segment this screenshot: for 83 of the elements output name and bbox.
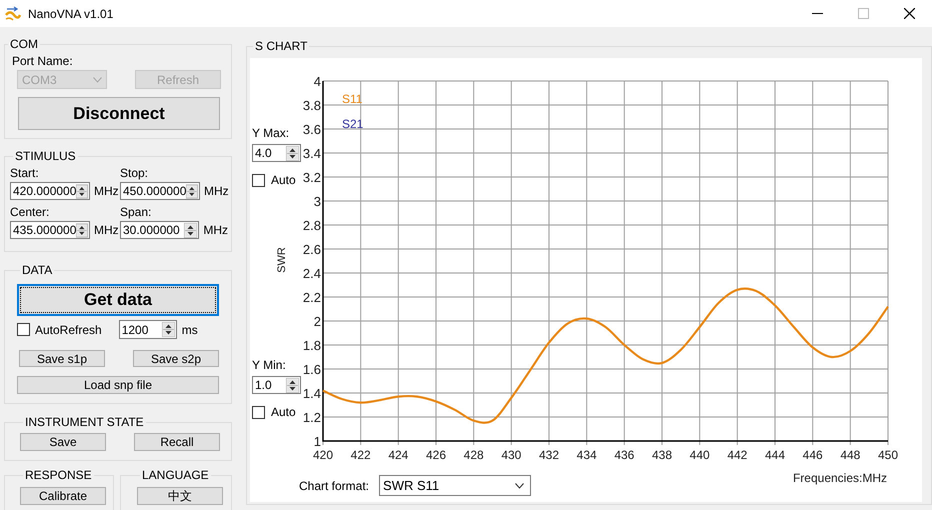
field-label: Stop: — [120, 166, 150, 180]
checkbox[interactable] — [252, 406, 265, 418]
unit-label: MHz — [94, 223, 119, 237]
axis-tick-label: 2.4 — [302, 266, 321, 281]
checkbox-label: Auto — [271, 405, 296, 419]
field-label: Span: — [120, 205, 152, 219]
axis-tick-label: 422 — [350, 448, 371, 462]
axis-tick-label: 3.8 — [302, 98, 321, 113]
unit-label: ms — [182, 322, 198, 336]
state-button[interactable]: Recall — [134, 433, 220, 451]
field-label: Center: — [10, 205, 50, 219]
axis-tick-label: 3.2 — [302, 170, 321, 185]
field-label: Y Max: — [252, 126, 290, 140]
load-file-button[interactable]: Load snp file — [17, 376, 219, 394]
axis-tick-label: 3 — [314, 194, 321, 209]
axis-tick-label: 3.6 — [302, 122, 321, 137]
checkbox-label: AutoRefresh — [35, 322, 102, 336]
spin-arrows-icon[interactable] — [184, 222, 198, 238]
number-field[interactable]: 30.000000 — [120, 221, 200, 239]
axis-tick-label: 420 — [312, 448, 334, 462]
legend-label: S21 — [342, 117, 364, 131]
axis-tick-label: 2.8 — [302, 218, 321, 233]
number-field[interactable]: 4.0 — [252, 144, 301, 162]
save-file-button[interactable]: Save s2p — [133, 350, 219, 367]
axis-title: SWR — [276, 247, 288, 273]
language-button[interactable]: 中文 — [137, 487, 223, 505]
number-field[interactable]: 1.0 — [252, 376, 301, 394]
checkbox[interactable] — [252, 174, 265, 186]
axis-tick-label: 448 — [840, 448, 860, 462]
axis-tick-label: 432 — [538, 448, 560, 462]
number-field[interactable]: 450.000000 — [120, 182, 200, 200]
axis-tick-label: 430 — [501, 448, 522, 462]
axis-tick-label: 424 — [388, 448, 408, 462]
axis-tick-label: 1.4 — [302, 386, 321, 401]
disconnect-button[interactable]: Disconnect — [18, 97, 220, 130]
spin-arrows-icon[interactable] — [76, 222, 88, 238]
axis-title: Frequencies:MHz — [792, 471, 887, 485]
checkbox[interactable] — [17, 323, 30, 336]
spin-arrows-icon[interactable] — [76, 184, 88, 198]
number-field[interactable]: 420.000000 — [10, 182, 90, 200]
field-label: Chart format: — [299, 478, 370, 492]
axis-tick-label: 444 — [764, 448, 786, 462]
axis-tick-label: 2 — [314, 314, 321, 329]
window-title: NanoVNA v1.01 — [28, 6, 114, 20]
axis-tick-label: 438 — [652, 448, 672, 462]
axis-tick-label: 4 — [314, 74, 321, 89]
close-icon[interactable] — [904, 8, 914, 19]
axis-tick-label: 1.6 — [302, 362, 321, 377]
axis-tick-label: 446 — [802, 448, 823, 462]
axis-tick-label: 1 — [314, 434, 321, 449]
axis-tick-label: 426 — [426, 448, 446, 462]
spin-arrows-icon[interactable] — [162, 322, 175, 337]
legend-label: S11 — [342, 92, 362, 106]
axis-tick-label: 1.2 — [302, 410, 321, 425]
field-label: Start: — [10, 166, 40, 180]
chart-format-dropdown[interactable]: SWR S11 — [379, 475, 532, 496]
checkbox-label: Auto — [271, 173, 296, 187]
axis-tick-label: 428 — [464, 448, 484, 462]
chevron-down-icon[interactable] — [515, 482, 524, 488]
axis-tick-label: 442 — [727, 448, 748, 462]
axis-tick-label: 434 — [576, 448, 597, 462]
axis-tick-label: 1.8 — [302, 338, 321, 353]
calibrate-button[interactable]: Calibrate — [20, 487, 106, 505]
unit-label: MHz — [94, 184, 119, 198]
unit-label: MHz — [203, 223, 228, 237]
axis-tick-label: 450 — [878, 448, 898, 462]
axis-tick-label: 2.6 — [302, 242, 321, 257]
axis-tick-label: 3.4 — [302, 146, 321, 161]
app-icon — [4, 6, 22, 22]
state-button[interactable]: Save — [20, 433, 106, 451]
interval-field[interactable]: 1200 — [118, 320, 177, 339]
spin-arrows-icon[interactable] — [186, 184, 198, 198]
spin-arrows-icon[interactable] — [286, 146, 299, 160]
field-label: Y Min: — [252, 358, 287, 372]
axis-tick-label: 436 — [614, 448, 634, 462]
unit-label: MHz — [204, 184, 229, 198]
field-label: Port Name: — [12, 54, 74, 68]
spin-arrows-icon[interactable] — [286, 378, 299, 392]
number-field[interactable]: 435.000000 — [10, 221, 90, 239]
axis-tick-label: 440 — [690, 448, 710, 462]
save-file-button[interactable]: Save s1p — [19, 350, 105, 367]
get-data-button[interactable]: Get data — [17, 284, 219, 316]
axis-tick-label: 2.2 — [302, 290, 321, 305]
